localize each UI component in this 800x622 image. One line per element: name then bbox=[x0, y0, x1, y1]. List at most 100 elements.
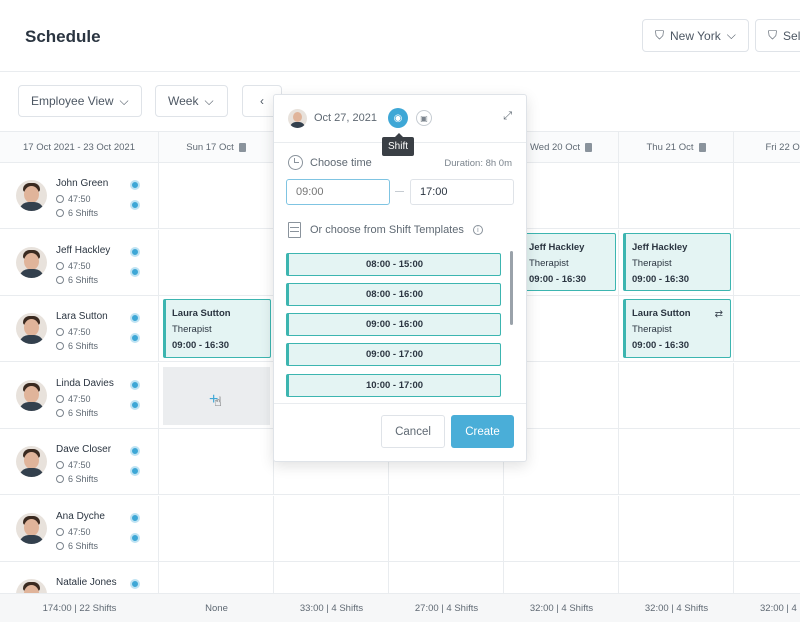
history-icon bbox=[56, 408, 64, 417]
document-status-icon[interactable] bbox=[130, 266, 140, 277]
start-time-input[interactable] bbox=[286, 179, 390, 205]
day-cell[interactable] bbox=[504, 562, 619, 593]
template-item[interactable]: 08:00 - 16:00 bbox=[286, 283, 501, 306]
history-icon bbox=[56, 541, 64, 550]
status-icon[interactable] bbox=[130, 180, 140, 190]
day-header-thu[interactable]: Thu 21 Oct bbox=[619, 132, 734, 163]
day-cell[interactable] bbox=[619, 362, 734, 428]
day-cell[interactable] bbox=[159, 495, 274, 561]
popup-divider bbox=[274, 403, 526, 404]
employee-cell[interactable]: Linda Davies 47:50 6 Shifts bbox=[0, 362, 159, 428]
employee-hours: 47:50 bbox=[56, 394, 91, 404]
employee-cell[interactable]: Dave Closer 47:50 6 Shifts bbox=[0, 429, 159, 494]
day-cell[interactable] bbox=[619, 562, 734, 593]
employee-cell[interactable]: Natalie Jones bbox=[0, 562, 159, 593]
swap-icon[interactable]: ⇄ bbox=[715, 307, 723, 323]
templates-label: Or choose from Shift Templates bbox=[310, 224, 464, 236]
employee-shifts: 6 Shifts bbox=[56, 408, 98, 418]
status-icon[interactable] bbox=[130, 313, 140, 323]
day-header-fri[interactable]: Fri 22 Oc bbox=[734, 132, 800, 163]
shift-card[interactable]: Laura Sutton Therapist 09:00 - 16:30 bbox=[163, 299, 271, 358]
day-cell[interactable] bbox=[159, 562, 274, 593]
document-icon[interactable] bbox=[698, 143, 706, 152]
clock-icon bbox=[56, 394, 64, 403]
status-icon[interactable] bbox=[130, 512, 140, 523]
template-scrollbar[interactable] bbox=[510, 251, 513, 325]
day-cell[interactable] bbox=[274, 495, 389, 561]
day-cell[interactable] bbox=[274, 562, 389, 593]
day-cell[interactable] bbox=[734, 163, 800, 228]
day-cell[interactable] bbox=[504, 495, 619, 561]
chevron-left-icon: ‹ bbox=[260, 94, 264, 108]
status-icon[interactable] bbox=[130, 246, 140, 257]
view-select[interactable]: Employee View ⌵ bbox=[18, 85, 142, 117]
day-cell[interactable] bbox=[734, 230, 800, 295]
document-status-icon[interactable] bbox=[130, 333, 140, 343]
day-cell[interactable] bbox=[619, 495, 734, 561]
day-cell[interactable] bbox=[389, 495, 504, 561]
page-title: Schedule bbox=[25, 27, 101, 46]
hours-value: 47:50 bbox=[68, 460, 91, 470]
shift-card[interactable]: Laura Sutton Therapist 09:00 - 16:30 ⇄ bbox=[623, 299, 731, 358]
day-cell[interactable] bbox=[734, 562, 800, 593]
day-cell[interactable] bbox=[159, 163, 274, 228]
chevron-down-icon: ⌵ bbox=[119, 93, 129, 108]
cancel-button[interactable]: Cancel bbox=[381, 415, 445, 448]
shift-type-button[interactable]: ◉ bbox=[388, 108, 408, 128]
footer-day-total: 32:00 | 4 Shifts bbox=[529, 603, 594, 614]
day-header-label: Thu 21 Oct bbox=[646, 142, 694, 153]
document-status-icon[interactable] bbox=[130, 532, 140, 543]
shift-card[interactable]: Jeff Hackley Therapist 09:00 - 16:30 bbox=[623, 233, 731, 291]
expand-icon[interactable]: ⤢ bbox=[503, 110, 512, 123]
day-cell[interactable] bbox=[389, 562, 504, 593]
document-icon[interactable] bbox=[238, 143, 246, 152]
template-item[interactable]: 08:00 - 15:00 bbox=[286, 253, 501, 276]
status-icon[interactable] bbox=[130, 379, 140, 390]
shifts-value: 6 Shifts bbox=[68, 407, 99, 418]
document-status-icon[interactable] bbox=[130, 399, 140, 410]
day-cell[interactable] bbox=[619, 163, 734, 228]
period-select[interactable]: Week ⌵ bbox=[155, 85, 228, 117]
shift-card[interactable]: Jeff Hackley Therapist 09:00 - 16:30 bbox=[520, 233, 616, 291]
briefcase-icon: ▣ bbox=[420, 113, 428, 123]
day-cell[interactable] bbox=[619, 429, 734, 494]
history-icon bbox=[56, 475, 64, 483]
time-separator bbox=[395, 191, 404, 192]
hours-value: 47:50 bbox=[68, 393, 91, 404]
avatar bbox=[16, 313, 47, 344]
document-status-icon[interactable] bbox=[130, 466, 140, 476]
day-cell[interactable] bbox=[734, 363, 800, 428]
employee-cell[interactable]: John Green 47:50 6 Shifts bbox=[0, 163, 159, 228]
employee-name: Ana Dyche bbox=[56, 510, 105, 522]
clock-icon bbox=[56, 195, 64, 203]
location-filter-button[interactable]: ⛉ New York ⌵ bbox=[642, 19, 749, 52]
chevron-down-icon: ⌵ bbox=[204, 93, 214, 108]
template-item[interactable]: 09:00 - 17:00 bbox=[286, 343, 501, 366]
shift-time: 09:00 - 16:30 bbox=[632, 340, 690, 351]
footer-total: 174:00 | 22 Shifts bbox=[42, 603, 117, 614]
create-button[interactable]: Create bbox=[451, 415, 514, 448]
employee-cell[interactable]: Lara Sutton 47:50 6 Shifts bbox=[0, 296, 159, 361]
status-icon[interactable] bbox=[130, 579, 140, 589]
day-cell[interactable] bbox=[734, 429, 800, 494]
document-status-icon[interactable] bbox=[130, 200, 140, 210]
day-cell[interactable] bbox=[734, 296, 800, 361]
end-time-input[interactable] bbox=[410, 179, 514, 205]
avatar bbox=[288, 109, 307, 128]
employee-cell[interactable]: Ana Dyche 47:50 6 Shifts bbox=[0, 495, 159, 561]
document-icon[interactable] bbox=[585, 143, 592, 152]
day-header-label: Sun 17 Oct bbox=[186, 142, 234, 153]
day-cell[interactable] bbox=[159, 429, 274, 494]
status-icon[interactable] bbox=[130, 446, 140, 456]
briefcase-button[interactable]: ▣ bbox=[416, 110, 432, 126]
day-cell[interactable] bbox=[159, 229, 274, 295]
clock-icon bbox=[56, 328, 64, 336]
choose-time-row: Choose time bbox=[288, 155, 372, 170]
info-icon[interactable]: i bbox=[472, 225, 483, 235]
template-item[interactable]: 10:00 - 17:00 bbox=[286, 374, 501, 397]
select-filter-button[interactable]: ⛉ Sel bbox=[755, 19, 800, 52]
day-cell[interactable] bbox=[734, 496, 800, 561]
day-header-sun[interactable]: Sun 17 Oct bbox=[159, 132, 274, 163]
employee-cell[interactable]: Jeff Hackley 47:50 6 Shifts bbox=[0, 229, 159, 295]
template-item[interactable]: 09:00 - 16:00 bbox=[286, 313, 501, 336]
